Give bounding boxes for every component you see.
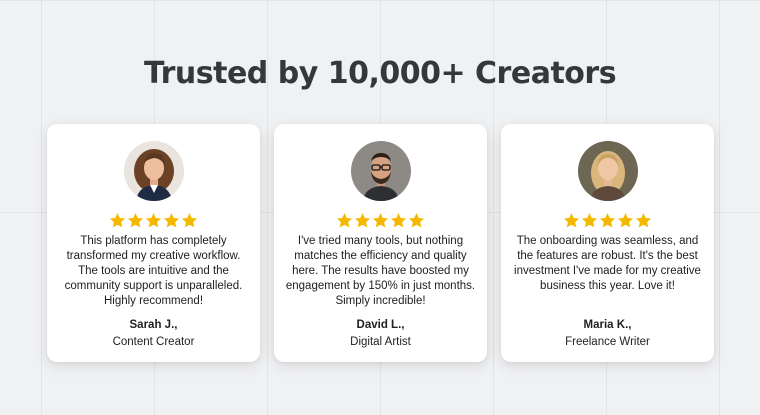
- testimonial-card: This platform has completely transformed…: [47, 124, 260, 362]
- star-icon: [181, 213, 198, 228]
- star-icon: [563, 213, 580, 228]
- star-icon: [372, 213, 389, 228]
- star-icon: [354, 213, 371, 228]
- author-name: Maria K.,: [583, 319, 632, 331]
- star-icon: [145, 213, 162, 228]
- testimonial-card: I've tried many tools, but nothing match…: [274, 124, 487, 362]
- avatar: [123, 141, 184, 201]
- avatar: [350, 141, 411, 201]
- star-icon: [127, 213, 144, 228]
- star-rating: [336, 212, 425, 230]
- star-icon: [408, 213, 425, 228]
- star-rating: [109, 212, 198, 230]
- star-icon: [109, 213, 126, 228]
- star-icon: [390, 213, 407, 228]
- star-rating: [563, 212, 652, 230]
- author-role: Freelance Writer: [565, 336, 650, 348]
- author-name: Sarah J.,: [129, 319, 178, 331]
- star-icon: [336, 213, 353, 228]
- testimonial-card: The onboarding was seamless, and the fea…: [501, 124, 714, 362]
- testimonial-quote: I've tried many tools, but nothing match…: [285, 235, 476, 307]
- author-role: Content Creator: [112, 336, 195, 348]
- author-role: Digital Artist: [350, 336, 411, 348]
- author-name: David L.,: [356, 319, 405, 331]
- testimonial-quote: The onboarding was seamless, and the fea…: [514, 235, 701, 292]
- star-icon: [581, 213, 598, 228]
- star-icon: [599, 213, 616, 228]
- page-title: Trusted by 10,000+ Creators: [143, 56, 617, 91]
- testimonial-list: This platform has completely transformed…: [47, 124, 714, 362]
- testimonial-quote: This platform has completely transformed…: [64, 235, 243, 307]
- star-icon: [635, 213, 652, 228]
- star-icon: [617, 213, 634, 228]
- star-icon: [163, 213, 180, 228]
- avatar: [577, 141, 638, 201]
